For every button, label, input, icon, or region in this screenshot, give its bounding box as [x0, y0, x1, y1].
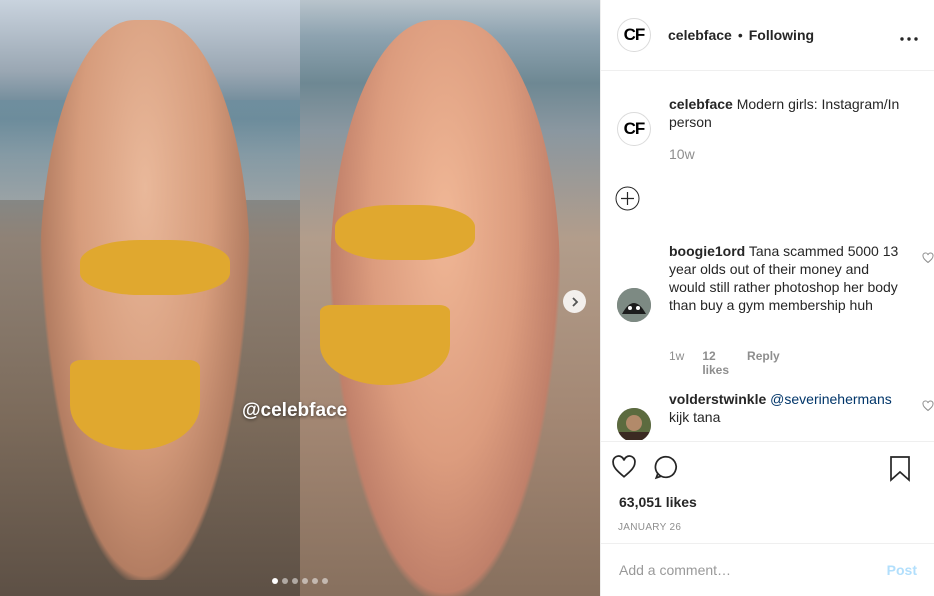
bikini-bottom-right	[320, 305, 450, 385]
avatar[interactable]: CF	[617, 112, 651, 146]
like-heart-icon[interactable]	[611, 454, 637, 480]
bookmark-icon[interactable]	[889, 456, 911, 482]
comments-list[interactable]: CF celebface Modern girls: Instagram/In …	[601, 72, 934, 440]
avatar[interactable]	[617, 288, 651, 322]
comment-timestamp[interactable]: 1w	[669, 349, 684, 377]
header-separator: •	[737, 27, 743, 43]
post-actions: 63,051 likes JANUARY 26	[601, 441, 934, 533]
comment-username[interactable]: volderstwinkle	[669, 391, 766, 407]
more-dots-icon	[900, 36, 918, 41]
more-options-button[interactable]	[900, 25, 918, 46]
carousel-dot	[322, 578, 328, 584]
caption-username[interactable]: celebface	[669, 96, 733, 112]
post-side-panel: CF celebface • Following CF celebface Mo…	[600, 0, 934, 596]
heart-icon[interactable]	[922, 252, 934, 264]
carousel-dot	[272, 578, 278, 584]
load-more-comments-icon[interactable]	[615, 186, 640, 211]
carousel-dots	[272, 578, 328, 584]
mention-link[interactable]: @severinehermans	[770, 391, 892, 407]
comment-text: volderstwinkle @severinehermans kijk tan…	[669, 390, 899, 426]
bikini-top-left	[80, 240, 230, 295]
profile-picture-icon	[617, 408, 651, 440]
carousel-dot	[302, 578, 308, 584]
carousel-dot	[312, 578, 318, 584]
comment-text: boogie1ord Tana scammed 5000 13 year old…	[669, 242, 899, 314]
comment-username[interactable]: boogie1ord	[669, 243, 745, 259]
header-username[interactable]: celebface	[668, 27, 732, 43]
chevron-right-icon	[571, 296, 578, 307]
post-media[interactable]: @celebface	[0, 0, 600, 596]
post-header: CF celebface • Following	[601, 0, 934, 71]
following-button[interactable]: Following	[749, 27, 814, 43]
watermark-text: @celebface	[242, 400, 348, 421]
bikini-top-right	[335, 205, 475, 260]
heart-icon[interactable]	[922, 400, 934, 412]
caption-timestamp[interactable]: 10w	[669, 146, 695, 162]
comment-meta: 1w 12 likes Reply	[669, 349, 780, 377]
woman-figure-left	[40, 20, 250, 580]
action-icons	[611, 454, 679, 480]
comment-input[interactable]	[619, 562, 879, 578]
comment-likes[interactable]: 12 likes	[702, 349, 729, 377]
add-comment-bar: Post	[601, 543, 934, 596]
carousel-dot	[292, 578, 298, 584]
profile-picture-icon	[617, 288, 651, 322]
avatar[interactable]	[617, 408, 651, 440]
avatar[interactable]: CF	[617, 18, 651, 52]
caption-text: celebface Modern girls: Instagram/In per…	[669, 95, 919, 131]
likes-count[interactable]: 63,051 likes	[619, 494, 697, 510]
post-date[interactable]: JANUARY 26	[618, 522, 681, 533]
comment-bubble-icon[interactable]	[653, 454, 679, 480]
post-comment-button[interactable]: Post	[887, 562, 917, 578]
carousel-dot	[282, 578, 288, 584]
reply-button[interactable]: Reply	[747, 349, 780, 377]
bikini-bottom-left	[70, 360, 200, 450]
comment-body: kijk tana	[669, 409, 721, 425]
next-slide-button[interactable]	[563, 290, 586, 313]
